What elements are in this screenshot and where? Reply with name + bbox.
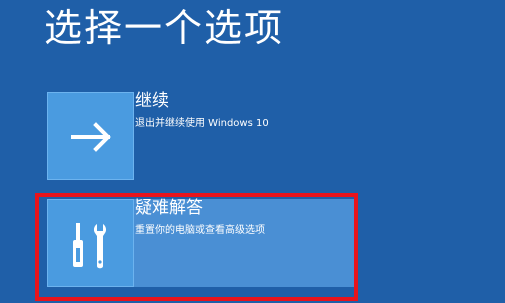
page-title: 选择一个选项 (44, 6, 285, 50)
troubleshoot-tile[interactable] (47, 199, 134, 287)
continue-tile[interactable] (47, 92, 134, 180)
arrow-right-icon (71, 122, 111, 152)
continue-desc-text: 退出并继续使用 Windows 10 (135, 118, 269, 129)
choose-option-screen: 选择一个选项 继续 重置你的电脑或查看高级选项 退出并继续使用 Windows … (0, 0, 505, 303)
continue-title: 继续 (135, 91, 169, 111)
troubleshoot-description: 重置你的电脑或查看高级选项 (135, 225, 265, 236)
troubleshoot-title: 疑难解答 (135, 198, 203, 218)
troubleshoot-option[interactable]: 疑难解答 重置你的电脑或查看高级选项 (47, 198, 377, 287)
continue-option[interactable]: 继续 重置你的电脑或查看高级选项 退出并继续使用 Windows 10 (47, 91, 377, 180)
tools-icon (73, 223, 107, 269)
